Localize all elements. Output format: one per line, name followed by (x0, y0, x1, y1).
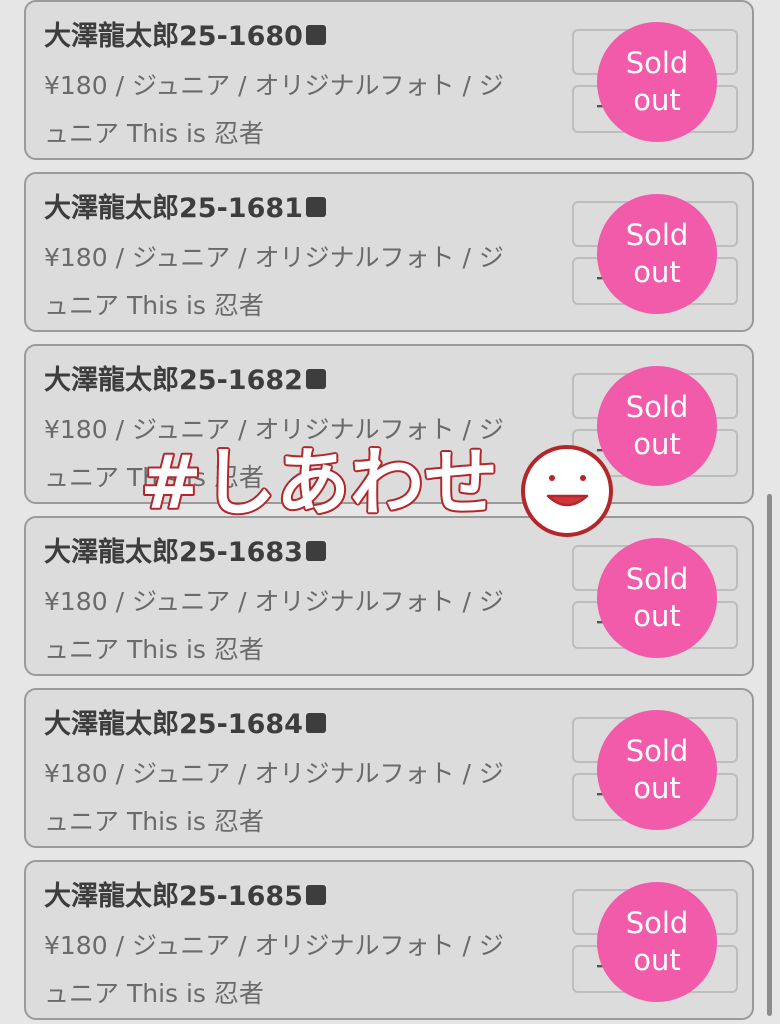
sold-out-badge: Sold out (597, 22, 717, 142)
sold-out-text: Sold (625, 734, 689, 768)
sold-out-badge: Sold out (597, 538, 717, 658)
scrollbar[interactable] (767, 494, 772, 1016)
title-square-icon (305, 369, 326, 389)
product-title: 大澤龍太郎25-1681 (44, 186, 326, 225)
description-line: ュニア This is 忍者 (44, 807, 264, 836)
product-description: ¥180 / ジュニア / オリジナルフォト / ジ ュニア This is 忍… (44, 62, 554, 158)
product-description: ¥180 / ジュニア / オリジナルフォト / ジ ュニア This is 忍… (44, 578, 554, 674)
sold-out-text: Sold (625, 218, 689, 252)
title-square-icon (305, 713, 326, 733)
sold-out-text: out (633, 83, 681, 117)
title-square-icon (305, 197, 326, 217)
sold-out-text: out (633, 599, 681, 633)
sticker-text: #しあわせ (140, 440, 498, 526)
description-line: ¥180 / ジュニア / オリジナルフォト / ジ (44, 759, 504, 788)
product-title: 大澤龍太郎25-1685 (44, 874, 326, 913)
product-title: 大澤龍太郎25-1682 (44, 358, 326, 397)
sold-out-text: out (633, 771, 681, 805)
title-square-icon (305, 25, 326, 45)
product-card[interactable]: 大澤龍太郎25-1685 ¥180 / ジュニア / オリジナルフォト / ジ … (24, 860, 754, 1020)
description-line: ¥180 / ジュニア / オリジナルフォト / ジ (44, 71, 504, 100)
description-line: ュニア This is 忍者 (44, 979, 264, 1008)
description-line: ュニア This is 忍者 (44, 291, 264, 320)
sold-out-text: out (633, 427, 681, 461)
description-line: ¥180 / ジュニア / オリジナルフォト / ジ (44, 243, 504, 272)
product-description: ¥180 / ジュニア / オリジナルフォト / ジ ュニア This is 忍… (44, 750, 554, 846)
product-card[interactable]: 大澤龍太郎25-1684 ¥180 / ジュニア / オリジナルフォト / ジ … (24, 688, 754, 848)
sold-out-badge: Sold out (597, 882, 717, 1002)
description-line: ¥180 / ジュニア / オリジナルフォト / ジ (44, 931, 504, 960)
sold-out-text: out (633, 255, 681, 289)
sold-out-text: Sold (625, 46, 689, 80)
sold-out-text: out (633, 943, 681, 977)
product-description: ¥180 / ジュニア / オリジナルフォト / ジ ュニア This is 忍… (44, 922, 554, 1018)
hashtag-sticker: #しあわせ (138, 438, 613, 537)
description-line: ュニア This is 忍者 (44, 119, 264, 148)
sold-out-badge: Sold out (597, 194, 717, 314)
sold-out-text: Sold (625, 562, 689, 596)
description-line: ュニア This is 忍者 (44, 635, 264, 664)
sold-out-badge: Sold out (597, 710, 717, 830)
sold-out-text: Sold (625, 390, 689, 424)
sold-out-text: Sold (625, 906, 689, 940)
smiley-face-icon (521, 445, 613, 537)
title-square-icon (305, 885, 326, 905)
product-title: 大澤龍太郎25-1684 (44, 702, 326, 741)
product-card[interactable]: 大澤龍太郎25-1680 ¥180 / ジュニア / オリジナルフォト / ジ … (24, 0, 754, 160)
product-title: 大澤龍太郎25-1680 (44, 14, 326, 53)
product-description: ¥180 / ジュニア / オリジナルフォト / ジ ュニア This is 忍… (44, 234, 554, 330)
product-card[interactable]: 大澤龍太郎25-1681 ¥180 / ジュニア / オリジナルフォト / ジ … (24, 172, 754, 332)
description-line: ¥180 / ジュニア / オリジナルフォト / ジ (44, 587, 504, 616)
